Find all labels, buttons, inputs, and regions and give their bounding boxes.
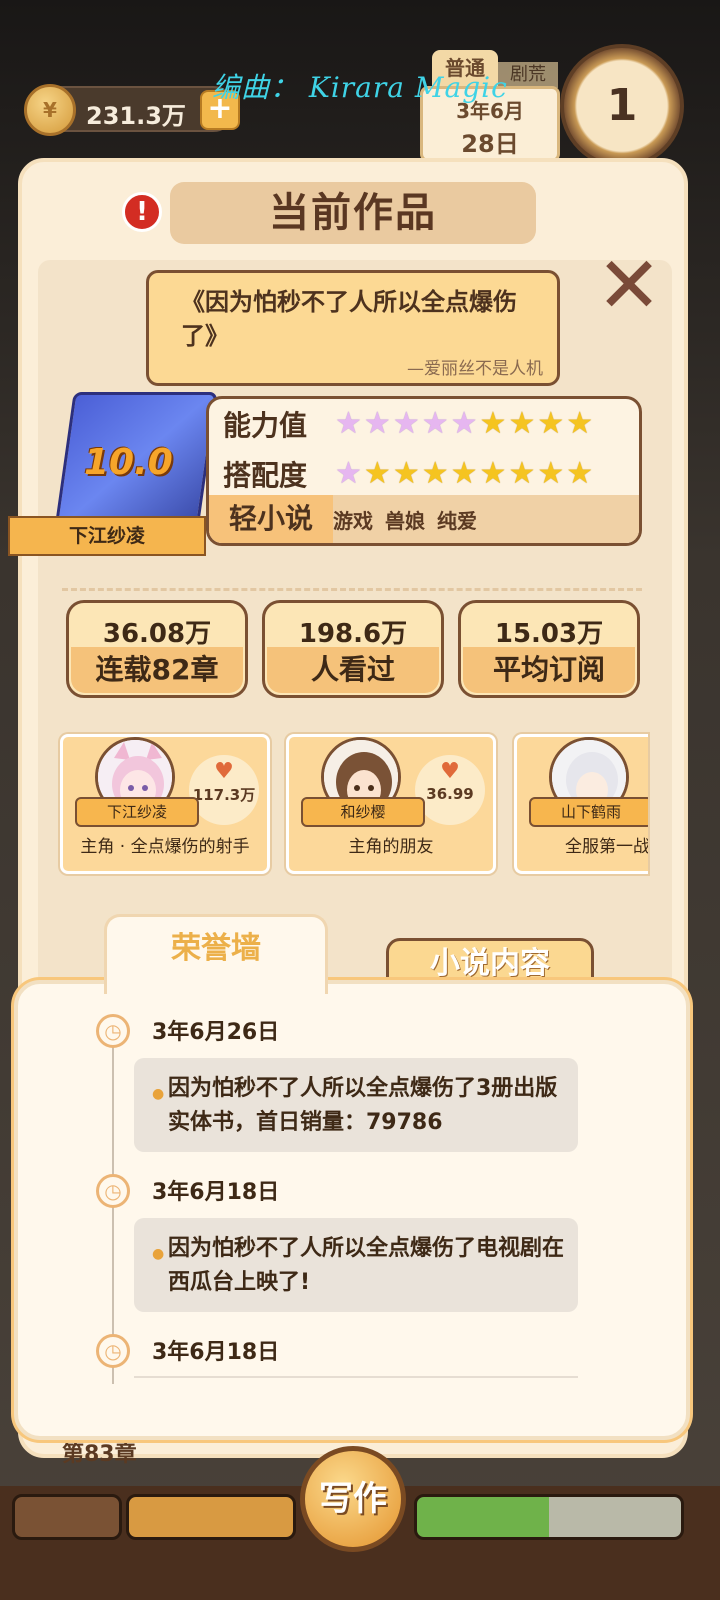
work-author: —爱丽丝不是人机 <box>407 359 543 379</box>
genre-tag: 兽娘 <box>385 508 425 533</box>
character-role: 主角 · 全点爆伤的射手 <box>80 837 250 857</box>
star-icon: ★ <box>450 406 478 441</box>
music-credit: 编曲： Kirara Magic <box>212 71 508 104</box>
ability-label: 能力值 <box>223 409 308 442</box>
match-label: 搭配度 <box>223 459 308 492</box>
metric-label: 连载82章 <box>71 647 243 693</box>
coin-icon: ¥ <box>24 84 76 136</box>
coin-counter: ¥ 231.3万 + <box>24 84 240 136</box>
progress-bar <box>126 1494 296 1540</box>
event-box <box>134 1376 578 1396</box>
star-icon: ★ <box>335 406 362 441</box>
character-card[interactable]: ♥ 117.3万 下江纱凌 主角 · 全点爆伤的射手 <box>60 734 270 874</box>
star-icon: ★ <box>537 456 565 491</box>
date-day: 28日 <box>461 130 519 158</box>
match-row: 搭配度 ★ ★ ★ ★ ★ ★ ★ ★ ★ <box>223 451 593 497</box>
star-icon: ★ <box>363 406 391 441</box>
close-button[interactable]: ✕ <box>594 247 664 325</box>
timeline-line <box>112 1034 114 1384</box>
likes-value: 117.3万 <box>192 786 256 804</box>
coin-value: 231.3万 <box>86 102 186 130</box>
event-box: ● 因为怕秒不了人所以全点爆伤了电视剧在西瓜台上映了! <box>134 1218 578 1312</box>
star-icon: ★ <box>508 406 536 441</box>
metric-value: 36.08万 <box>102 619 212 649</box>
star-icon: ★ <box>566 456 594 491</box>
clock-value: 1 <box>606 80 638 131</box>
bullet-icon: ● <box>152 1086 165 1102</box>
event-date: 3年6月26日 <box>152 1020 280 1045</box>
work-title-box: 《因为怕秒不了人所以全点爆伤了》 —爱丽丝不是人机 <box>146 270 560 386</box>
genre-tag: 游戏 <box>333 508 373 533</box>
bullet-icon: ● <box>152 1246 165 1262</box>
clock-icon: ◷ <box>96 1174 130 1208</box>
genre-tag: 纯爱 <box>437 508 477 533</box>
likes-bubble: ♥ 36.99 <box>415 755 485 825</box>
clock-icon: ◷ <box>96 1014 130 1048</box>
write-button[interactable]: 写作 <box>300 1446 406 1552</box>
character-role: 主角的朋友 <box>348 837 434 857</box>
ability-stars: ★ ★ ★ ★ ★ ★ ★ ★ ★ <box>335 409 593 439</box>
heart-icon: ♥ <box>214 759 234 784</box>
event-text: 因为怕秒不了人所以全点爆伤了电视剧在西瓜台上映了! <box>168 1236 565 1295</box>
character-card[interactable]: ♥ 36.99 和纱樱 主角的朋友 <box>286 734 496 874</box>
star-icon: ★ <box>450 456 478 491</box>
genre-tags: 游戏 兽娘 纯爱 <box>333 495 477 543</box>
star-icon: ★ <box>421 456 449 491</box>
clock-icon: ◷ <box>96 1334 130 1368</box>
ability-row: 能力值 ★ ★ ★ ★ ★ ★ ★ ★ ★ <box>223 401 593 447</box>
character-role: 全服第一战 <box>565 837 648 857</box>
metric-value: 15.03万 <box>494 619 604 649</box>
genre-label: 轻小说 <box>209 495 333 543</box>
metric-card: 15.03万 平均订阅 <box>458 600 640 698</box>
heart-icon: ♥ <box>440 759 460 784</box>
character-card[interactable]: 山下鹤雨 全服第一战 <box>514 734 648 874</box>
chapter-label: 第83章 <box>62 1442 137 1467</box>
character-name: 下江纱凌 <box>75 797 199 827</box>
metric-label: 人看过 <box>267 647 439 693</box>
star-icon: ★ <box>537 406 565 441</box>
event-date: 3年6月18日 <box>152 1340 280 1365</box>
metric-value: 198.6万 <box>298 619 408 649</box>
honor-wall-sheet[interactable]: ◷ 3年6月26日 ● 因为怕秒不了人所以全点爆伤了3册出版实体书，首日销量：7… <box>14 980 690 1440</box>
metric-card: 198.6万 人看过 <box>262 600 444 698</box>
star-icon: ★ <box>421 406 449 441</box>
metric-label: 平均订阅 <box>463 647 635 693</box>
metric-card: 36.08万 连载82章 <box>66 600 248 698</box>
star-icon: ★ <box>479 406 507 441</box>
character-name: 和纱樱 <box>301 797 425 827</box>
star-icon: ★ <box>392 456 420 491</box>
book-score: 10.0 <box>84 442 173 483</box>
likes-value: 36.99 <box>426 785 474 803</box>
genre-row: 轻小说 游戏 兽娘 纯爱 <box>209 495 639 543</box>
page-title: 当前作品 <box>170 182 536 244</box>
star-icon: ★ <box>392 406 420 441</box>
event-date: 3年6月18日 <box>152 1180 280 1205</box>
work-title: 《因为怕秒不了人所以全点爆伤了》 <box>181 288 517 350</box>
alert-icon[interactable]: ! <box>122 192 162 232</box>
event-text: 因为怕秒不了人所以全点爆伤了3册出版实体书，首日销量：79786 <box>168 1076 558 1135</box>
likes-bubble: ♥ 117.3万 <box>189 755 259 825</box>
clock-dial[interactable]: 1 <box>560 44 684 168</box>
star-icon: ★ <box>566 406 594 441</box>
tab-honor-wall[interactable]: 荣誉墙 <box>104 914 328 994</box>
event-box: ● 因为怕秒不了人所以全点爆伤了3册出版实体书，首日销量：79786 <box>134 1058 578 1152</box>
energy-bar <box>414 1494 684 1540</box>
bottom-slot[interactable] <box>12 1494 122 1540</box>
character-name: 山下鹤雨 <box>529 797 648 827</box>
star-icon: ★ <box>335 456 362 491</box>
author-ribbon: 下江纱凌 <box>8 516 206 556</box>
star-icon: ★ <box>363 456 391 491</box>
star-icon: ★ <box>508 456 536 491</box>
divider <box>62 588 642 591</box>
stats-card: 能力值 ★ ★ ★ ★ ★ ★ ★ ★ ★ 搭配度 ★ ★ ★ ★ ★ ★ ★ ★ ★ 轻小说 游戏 兽娘 纯爱 <box>206 396 642 546</box>
star-icon: ★ <box>479 456 507 491</box>
match-stars: ★ ★ ★ ★ ★ ★ ★ ★ ★ <box>335 459 593 489</box>
